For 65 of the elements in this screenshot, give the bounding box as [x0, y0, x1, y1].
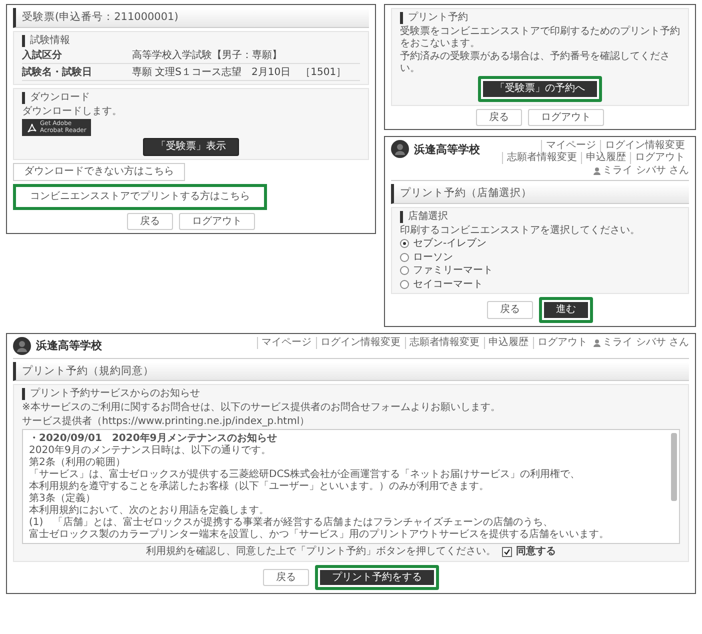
secondary-button[interactable]: ログアウト [528, 108, 604, 126]
reserve-button[interactable]: 「受験票」の予約へ [478, 76, 602, 102]
primary-button[interactable]: 進む [539, 297, 593, 323]
page-title: プリント予約（店舗選択） [391, 184, 689, 204]
notice-text: サービス提供者（https://www.printing.ne.jp/index_p.html） [22, 416, 311, 428]
show-ticket-button[interactable]: 「受験票」表示 [143, 138, 239, 156]
primary-button[interactable]: プリント予約をする [315, 564, 439, 590]
nav-link[interactable]: ログアウト [532, 336, 592, 349]
description-text: 予約済みの受験票がある場合は、予約番号を確認してください。 [400, 51, 671, 74]
section-heading: プリント予約 [400, 12, 680, 24]
agree-checkbox[interactable]: 同意する [502, 546, 556, 558]
notice-text: ※本サービスのご利用に関するお問合せは、以下のサービス提供者のお問合せフォームよりお願いします。 [22, 402, 502, 414]
school-logo-icon [391, 140, 409, 158]
field-value: 高等学校入学試験【男子：専願】 [132, 50, 283, 62]
nav-link[interactable]: 志願者情報変更 [502, 152, 581, 164]
nav-link[interactable]: マイページ [256, 336, 316, 349]
field-label: 試験名・試験日 [22, 66, 93, 79]
terms-text: 富士ゼロックス製のカラープリンター端末を設置し、かつ「サービス」用のプリントアウトサービスを提供する店舗をいいます。 [29, 529, 610, 540]
school-name: 浜逢高等学校 [414, 142, 480, 156]
terms-text: 本利用規約を遵守することを承諾したお客様（以下「ユーザー」といいます。）のみが利用できます。 [29, 481, 490, 492]
terms-text: 第3条（定義） [29, 493, 96, 504]
secondary-button[interactable]: 戻る [127, 212, 173, 230]
store-radio[interactable]: セイコーマート [400, 278, 680, 290]
person-icon [592, 338, 601, 347]
secondary-button[interactable]: 戻る [476, 108, 522, 126]
nav-link[interactable]: 申込履歴 [581, 152, 630, 164]
description-text: ダウンロードします。 [22, 106, 123, 118]
pdf-icon [27, 122, 37, 133]
scrollbar[interactable] [671, 433, 677, 501]
field-label: 入試区分 [22, 50, 63, 62]
page-title: 受験票(申込番号：211000001) [13, 8, 369, 28]
nav-link[interactable]: 志願者情報変更 [404, 336, 484, 349]
secondary-button[interactable]: ログアウト [179, 212, 255, 230]
terms-text: 本利用規約において、次のとおり用語を定義します。 [29, 505, 270, 516]
terms-text: 第2条（利用の範囲） [29, 457, 126, 468]
person-icon [592, 167, 601, 175]
nav-link[interactable]: ログイン情報変更 [600, 140, 689, 152]
section-heading: 試験情報 [22, 34, 360, 47]
section-heading: プリント予約サービスからのお知らせ [22, 388, 680, 400]
user-name: ミライ シバサ さん [602, 336, 689, 349]
page-title: プリント予約（規約同意） [13, 362, 689, 382]
school-name: 浜逢高等学校 [36, 338, 102, 354]
section-heading: ダウンロード [22, 92, 360, 104]
option-link-button[interactable]: ダウンロードできない方はこちら [13, 162, 185, 181]
nav-link[interactable]: ログアウト [630, 152, 689, 164]
nav-link[interactable]: ログイン情報変更 [316, 336, 405, 349]
secondary-button[interactable]: 戻る [263, 568, 309, 586]
store-radio[interactable]: ファミリーマート [400, 265, 680, 277]
terms-text: 「サービス」は、富士ゼロックスが提供する三菱総研DCS株式会社が企画運営する「ネットお届けサービス」の利用権で、 [29, 469, 582, 480]
description-text: 受験票をコンビニエンスストアで印刷するためのプリント予約をおこないます。 [400, 26, 680, 49]
secondary-button[interactable]: 戻る [487, 301, 533, 319]
school-logo-icon [13, 336, 31, 355]
terms-text: 2020年9月のメンテナンス日時は、以下の通りです。 [29, 445, 272, 456]
prompt-text: 印刷するコンビニエンスストアを選択してください。 [400, 224, 641, 236]
terms-text: ・2020/09/01 2020年9月メンテナンスのお知らせ [29, 433, 278, 444]
nav-link[interactable]: マイページ [541, 140, 600, 152]
instruction-text: 利用規約を確認し、同意した上で「プリント予約」ボタンを押してください。 [146, 546, 496, 558]
store-radio[interactable]: セブン-イレブン [400, 238, 680, 250]
option-link-button[interactable]: コンビニエンスストアでプリントする方はこちら [13, 184, 267, 210]
section-heading: 店舗選択 [400, 210, 680, 223]
field-value: 専願 文理S１コース志望 2月10日 ［1501］ [132, 66, 348, 79]
store-radio[interactable]: ローソン [400, 252, 680, 264]
nav-link[interactable]: 申込履歴 [484, 336, 533, 349]
terms-text: (1) 「店舗」とは、富士ゼロックスが提携する事業者が経営する店舗またはフランチャイズチェーンの店舗のうち、 [29, 517, 554, 528]
user-name: ミライ シバサ さん [602, 165, 689, 177]
